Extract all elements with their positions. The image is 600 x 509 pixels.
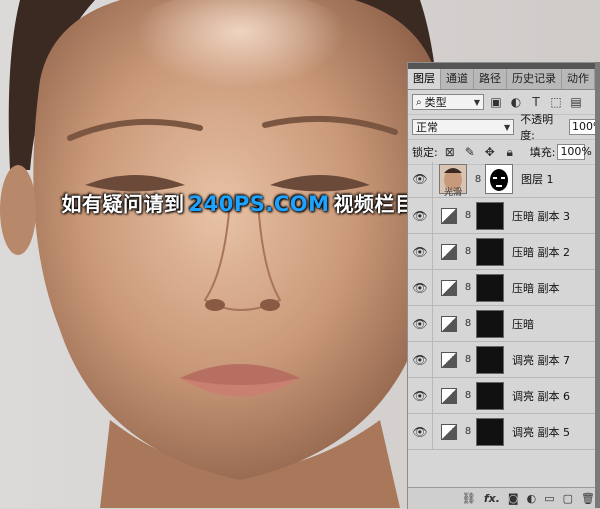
divider [432, 161, 433, 197]
curves-adjustment-icon [441, 351, 457, 368]
blend-mode-value: 正常 [416, 121, 438, 134]
layer-row[interactable]: 👁︎ 8 压暗 副本 [408, 270, 600, 306]
link-icon[interactable]: 8 [463, 210, 473, 221]
layer-name: 图层 1 [521, 173, 554, 186]
layer-mask-thumbnail[interactable] [476, 237, 504, 266]
layer-name: 压暗 副本 [512, 281, 560, 295]
link-layers-icon[interactable]: ⛓︎ [462, 492, 476, 505]
link-icon[interactable]: 8 [463, 318, 473, 329]
layer-row[interactable]: 👁︎ 8 压暗 [408, 306, 600, 342]
new-adjustment-icon[interactable]: ◐ [527, 492, 537, 505]
new-group-icon[interactable]: ▭ [544, 492, 554, 505]
blend-row: 正常 ▼ 不透明度: 100% [408, 113, 600, 142]
eye-icon[interactable]: 👁︎ [408, 281, 432, 295]
blend-mode-select[interactable]: 正常 ▼ [412, 119, 515, 135]
layers-panel: 图层 通道 路径 历史记录 动作 ⌕ 类型 ▼ ▣ ◐ T ⬚ ▤ 正常 ▼ 不… [407, 62, 600, 509]
layer-name: 调亮 副本 7 [512, 353, 570, 367]
layer-row[interactable]: 👁︎ 8 调亮 副本 6 [408, 378, 600, 414]
layer-mask-thumbnail[interactable] [476, 273, 504, 302]
divider [432, 414, 433, 449]
curves-adjustment-icon [441, 279, 457, 296]
adjustment-filter-icon[interactable]: ◐ [508, 94, 524, 110]
scrollbar[interactable] [595, 62, 600, 508]
link-icon[interactable]: 8 [473, 174, 483, 185]
trash-icon[interactable]: 🗑︎ [581, 492, 595, 505]
divider [432, 306, 433, 341]
layer-row[interactable]: 👁︎ 8 压暗 副本 3 [408, 198, 600, 234]
layer-row[interactable]: 👁︎ 8 调亮 副本 7 [408, 342, 600, 378]
curves-adjustment-icon [441, 423, 457, 440]
tab-channels[interactable]: 通道 [441, 69, 474, 89]
tab-paths[interactable]: 路径 [474, 69, 507, 89]
curves-adjustment-icon [441, 207, 457, 224]
fill-field[interactable]: 100% [557, 144, 592, 160]
chevron-down-icon: ▼ [473, 97, 480, 107]
eye-icon[interactable]: 👁︎ [408, 245, 432, 259]
fill-label: 填充: [529, 146, 556, 159]
layer-mask-thumbnail[interactable] [476, 201, 504, 230]
lock-paint-icon[interactable]: ✎ [462, 144, 478, 160]
link-icon[interactable]: 8 [463, 426, 473, 437]
layer-mask-thumbnail[interactable] [476, 345, 504, 374]
lock-label: 锁定: [412, 146, 438, 159]
eye-icon[interactable]: 👁︎ [408, 425, 432, 439]
curves-adjustment-icon [441, 387, 457, 404]
fx-button[interactable]: fx. [484, 492, 500, 505]
shape-filter-icon[interactable]: ⬚ [548, 94, 564, 110]
layer-name: 压暗 副本 2 [512, 245, 570, 259]
image-filter-icon[interactable]: ▣ [488, 94, 504, 110]
watermark-prefix: 如有疑问请到 [61, 192, 185, 216]
opacity-field[interactable]: 100% [569, 119, 600, 135]
lock-position-icon[interactable]: ✥ [482, 144, 498, 160]
tab-layers[interactable]: 图层 [408, 69, 441, 89]
divider [432, 342, 433, 377]
chevron-down-icon: ▼ [504, 122, 511, 132]
layer-row[interactable]: 👁︎ 8 调亮 副本 5 [408, 414, 600, 450]
tab-actions[interactable]: 动作 [562, 69, 595, 89]
filter-row: ⌕ 类型 ▼ ▣ ◐ T ⬚ ▤ [408, 90, 600, 115]
eye-icon[interactable]: 👁︎ [408, 317, 432, 331]
layer-name: 压暗 [512, 317, 534, 331]
smart-object-filter-icon[interactable]: ▤ [568, 94, 584, 110]
tab-history[interactable]: 历史记录 [507, 69, 562, 89]
watermark-brand: 240PS.COM [188, 192, 330, 216]
layer-name: 调亮 副本 5 [512, 425, 570, 439]
filter-kind-select[interactable]: ⌕ 类型 ▼ [412, 94, 484, 110]
eye-icon[interactable]: 👁︎ [408, 389, 432, 403]
filter-kind-value: 类型 [424, 96, 447, 109]
divider [432, 378, 433, 413]
layer-row[interactable]: 👁︎ 8 图层 1 光滑 [408, 161, 600, 198]
search-icon: ⌕ [416, 96, 422, 108]
panel-tabs: 图层 通道 路径 历史记录 动作 [408, 69, 600, 90]
layer-mask-thumbnail[interactable] [476, 309, 504, 338]
lock-all-icon[interactable]: 🔒︎ [502, 144, 518, 160]
layer-list: 👁︎ 8 图层 1 光滑 👁︎ 8 压暗 副本 3 👁︎ 8 压暗 副本 2 👁… [408, 161, 600, 450]
divider [432, 198, 433, 233]
hidden-layer-hint: 光滑 [444, 188, 463, 198]
layer-mask-thumbnail[interactable] [476, 381, 504, 410]
layer-mask-thumbnail[interactable] [476, 417, 504, 446]
link-icon[interactable]: 8 [463, 354, 473, 365]
eye-icon[interactable]: 👁︎ [408, 209, 432, 223]
layer-mask-thumbnail[interactable] [485, 164, 513, 194]
panel-footer: ⛓︎ fx. ◙ ◐ ▭ ▢ 🗑︎ [408, 487, 600, 509]
curves-adjustment-icon [441, 315, 457, 332]
link-icon[interactable]: 8 [463, 246, 473, 257]
lock-transparent-icon[interactable]: ⊠ [442, 144, 458, 160]
add-mask-icon[interactable]: ◙ [508, 492, 519, 505]
eye-icon[interactable]: 👁︎ [408, 172, 432, 186]
link-icon[interactable]: 8 [463, 390, 473, 401]
eye-icon[interactable]: 👁︎ [408, 353, 432, 367]
opacity-label: 不透明度: [520, 113, 554, 142]
layer-name: 压暗 副本 3 [512, 209, 570, 223]
divider [432, 270, 433, 305]
curves-adjustment-icon [441, 243, 457, 260]
layer-row[interactable]: 👁︎ 8 压暗 副本 2 [408, 234, 600, 270]
type-filter-icon[interactable]: T [528, 94, 544, 110]
divider [432, 234, 433, 269]
link-icon[interactable]: 8 [463, 282, 473, 293]
new-layer-icon[interactable]: ▢ [563, 492, 573, 505]
layer-name: 调亮 副本 6 [512, 389, 570, 403]
